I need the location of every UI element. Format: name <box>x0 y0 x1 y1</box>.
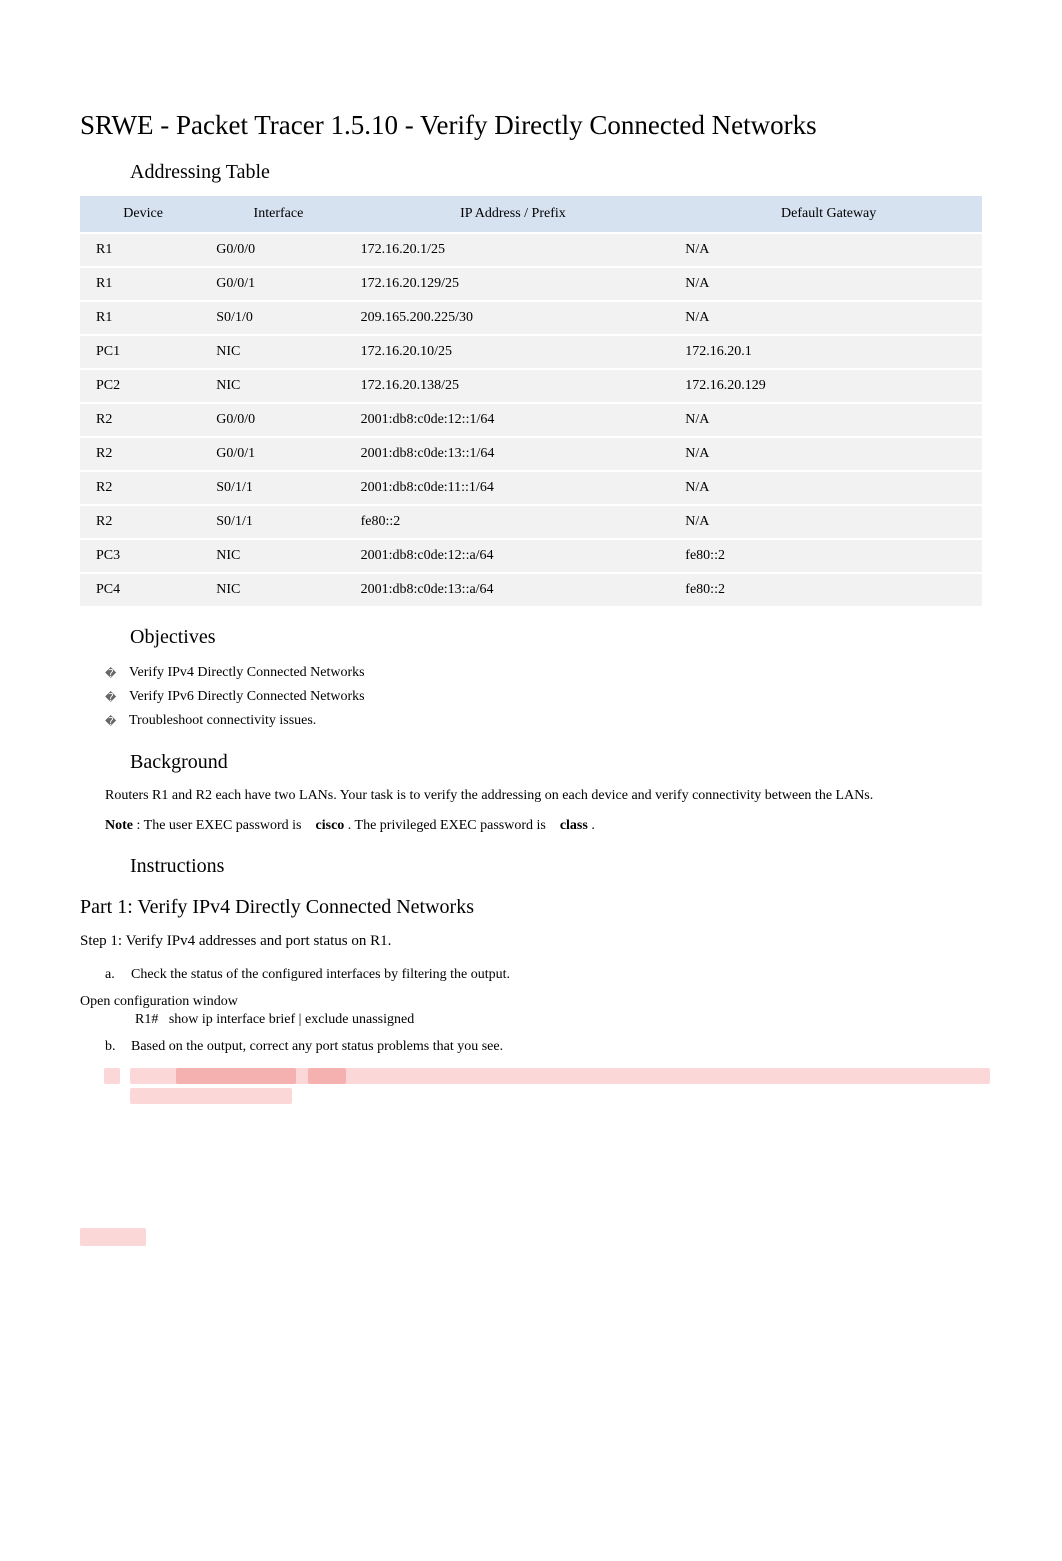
cell-gateway: N/A <box>675 506 982 540</box>
note-text: Note : The user EXEC password is cisco .… <box>105 816 957 836</box>
addressing-table: Device Interface IP Address / Prefix Def… <box>80 196 982 608</box>
cell-ip: 2001:db8:c0de:12::a/64 <box>351 540 676 574</box>
config-window-label: Open configuration window <box>80 994 982 1010</box>
cell-ip: 172.16.20.129/25 <box>351 268 676 302</box>
part1-heading: Part 1: Verify IPv4 Directly Connected N… <box>80 896 982 919</box>
cell-device: R2 <box>80 506 206 540</box>
note-body1: The user EXEC password is <box>144 818 305 833</box>
cell-gateway: N/A <box>675 472 982 506</box>
list-item: Verify IPv4 Directly Connected Networks <box>105 661 982 685</box>
note-label: Note <box>105 818 133 833</box>
background-text: Routers R1 and R2 each have two LANs. Yo… <box>105 786 957 806</box>
th-gateway: Default Gateway <box>675 196 982 234</box>
cell-gateway: N/A <box>675 404 982 438</box>
cell-device: R1 <box>80 268 206 302</box>
note-sep: : <box>133 818 144 833</box>
step1-heading: Step 1: Verify IPv4 addresses and port s… <box>80 933 982 950</box>
cell-ip: 2001:db8:c0de:13::a/64 <box>351 574 676 608</box>
cell-interface: NIC <box>206 370 350 404</box>
cell-interface: S0/1/1 <box>206 472 350 506</box>
step1-list-cont: Based on the output, correct any port st… <box>105 1032 982 1062</box>
obscured-footer-icon <box>80 1228 146 1246</box>
obscured-marker-icon <box>104 1068 120 1084</box>
cell-ip: 209.165.200.225/30 <box>351 302 676 336</box>
cell-device: PC3 <box>80 540 206 574</box>
cell-ip: 172.16.20.10/25 <box>351 336 676 370</box>
cell-ip: 172.16.20.1/25 <box>351 234 676 268</box>
list-item: Troubleshoot connectivity issues. <box>105 709 982 733</box>
table-row: R2S0/1/12001:db8:c0de:11::1/64N/A <box>80 472 982 506</box>
cell-interface: S0/1/0 <box>206 302 350 336</box>
list-item: Verify IPv6 Directly Connected Networks <box>105 685 982 709</box>
obscured-line-icon <box>130 1088 292 1104</box>
cell-gateway: 172.16.20.1 <box>675 336 982 370</box>
list-item: Based on the output, correct any port st… <box>105 1032 982 1062</box>
cell-interface: S0/1/1 <box>206 506 350 540</box>
command-line: R1# show ip interface brief | exclude un… <box>135 1012 982 1028</box>
cell-device: R2 <box>80 472 206 506</box>
note-tail: . <box>588 818 595 833</box>
table-row: PC4NIC2001:db8:c0de:13::a/64fe80::2 <box>80 574 982 608</box>
obscured-line-icon <box>308 1068 346 1084</box>
table-row: R2S0/1/1fe80::2N/A <box>80 506 982 540</box>
cell-interface: NIC <box>206 336 350 370</box>
cmd-text: show ip interface brief | exclude unassi… <box>169 1012 414 1027</box>
cell-interface: G0/0/1 <box>206 268 350 302</box>
addressing-table-heading: Addressing Table <box>130 161 982 184</box>
note-kw1: cisco <box>316 818 345 833</box>
cell-ip: 2001:db8:c0de:12::1/64 <box>351 404 676 438</box>
cell-interface: G0/0/0 <box>206 234 350 268</box>
objectives-heading: Objectives <box>130 626 982 649</box>
table-row: R2G0/0/02001:db8:c0de:12::1/64N/A <box>80 404 982 438</box>
background-heading: Background <box>130 751 982 774</box>
instructions-heading: Instructions <box>130 855 982 878</box>
cmd-prompt: R1# <box>135 1012 158 1027</box>
cell-interface: NIC <box>206 574 350 608</box>
obscured-content <box>130 1068 982 1108</box>
cell-device: PC2 <box>80 370 206 404</box>
cell-gateway: N/A <box>675 302 982 336</box>
cell-gateway: fe80::2 <box>675 540 982 574</box>
table-row: R2G0/0/12001:db8:c0de:13::1/64N/A <box>80 438 982 472</box>
cell-device: R2 <box>80 404 206 438</box>
cell-device: R1 <box>80 302 206 336</box>
cell-ip: 2001:db8:c0de:11::1/64 <box>351 472 676 506</box>
table-row: R1G0/0/0172.16.20.1/25N/A <box>80 234 982 268</box>
cell-gateway: 172.16.20.129 <box>675 370 982 404</box>
th-interface: Interface <box>206 196 350 234</box>
cell-gateway: N/A <box>675 438 982 472</box>
table-row: PC3NIC2001:db8:c0de:12::a/64fe80::2 <box>80 540 982 574</box>
cell-device: R2 <box>80 438 206 472</box>
table-row: PC1NIC172.16.20.10/25172.16.20.1 <box>80 336 982 370</box>
cell-gateway: N/A <box>675 268 982 302</box>
obscured-line-icon <box>176 1068 296 1084</box>
cell-ip: 2001:db8:c0de:13::1/64 <box>351 438 676 472</box>
page-title: SRWE - Packet Tracer 1.5.10 - Verify Dir… <box>80 110 982 141</box>
cell-gateway: fe80::2 <box>675 574 982 608</box>
page-footer <box>80 1228 982 1248</box>
table-row: PC2NIC172.16.20.138/25172.16.20.129 <box>80 370 982 404</box>
step1-list: Check the status of the configured inter… <box>105 960 982 990</box>
objectives-list: Verify IPv4 Directly Connected Networks … <box>105 661 982 733</box>
list-item: Check the status of the configured inter… <box>105 960 982 990</box>
note-body2: . The privileged EXEC password is <box>344 818 549 833</box>
table-row: R1G0/0/1172.16.20.129/25N/A <box>80 268 982 302</box>
cell-ip: fe80::2 <box>351 506 676 540</box>
cell-device: PC1 <box>80 336 206 370</box>
note-kw2: class <box>560 818 588 833</box>
cell-device: PC4 <box>80 574 206 608</box>
cell-device: R1 <box>80 234 206 268</box>
table-header-row: Device Interface IP Address / Prefix Def… <box>80 196 982 234</box>
cell-interface: NIC <box>206 540 350 574</box>
cell-ip: 172.16.20.138/25 <box>351 370 676 404</box>
cell-interface: G0/0/0 <box>206 404 350 438</box>
th-ip: IP Address / Prefix <box>351 196 676 234</box>
th-device: Device <box>80 196 206 234</box>
cell-gateway: N/A <box>675 234 982 268</box>
table-row: R1S0/1/0209.165.200.225/30N/A <box>80 302 982 336</box>
cell-interface: G0/0/1 <box>206 438 350 472</box>
